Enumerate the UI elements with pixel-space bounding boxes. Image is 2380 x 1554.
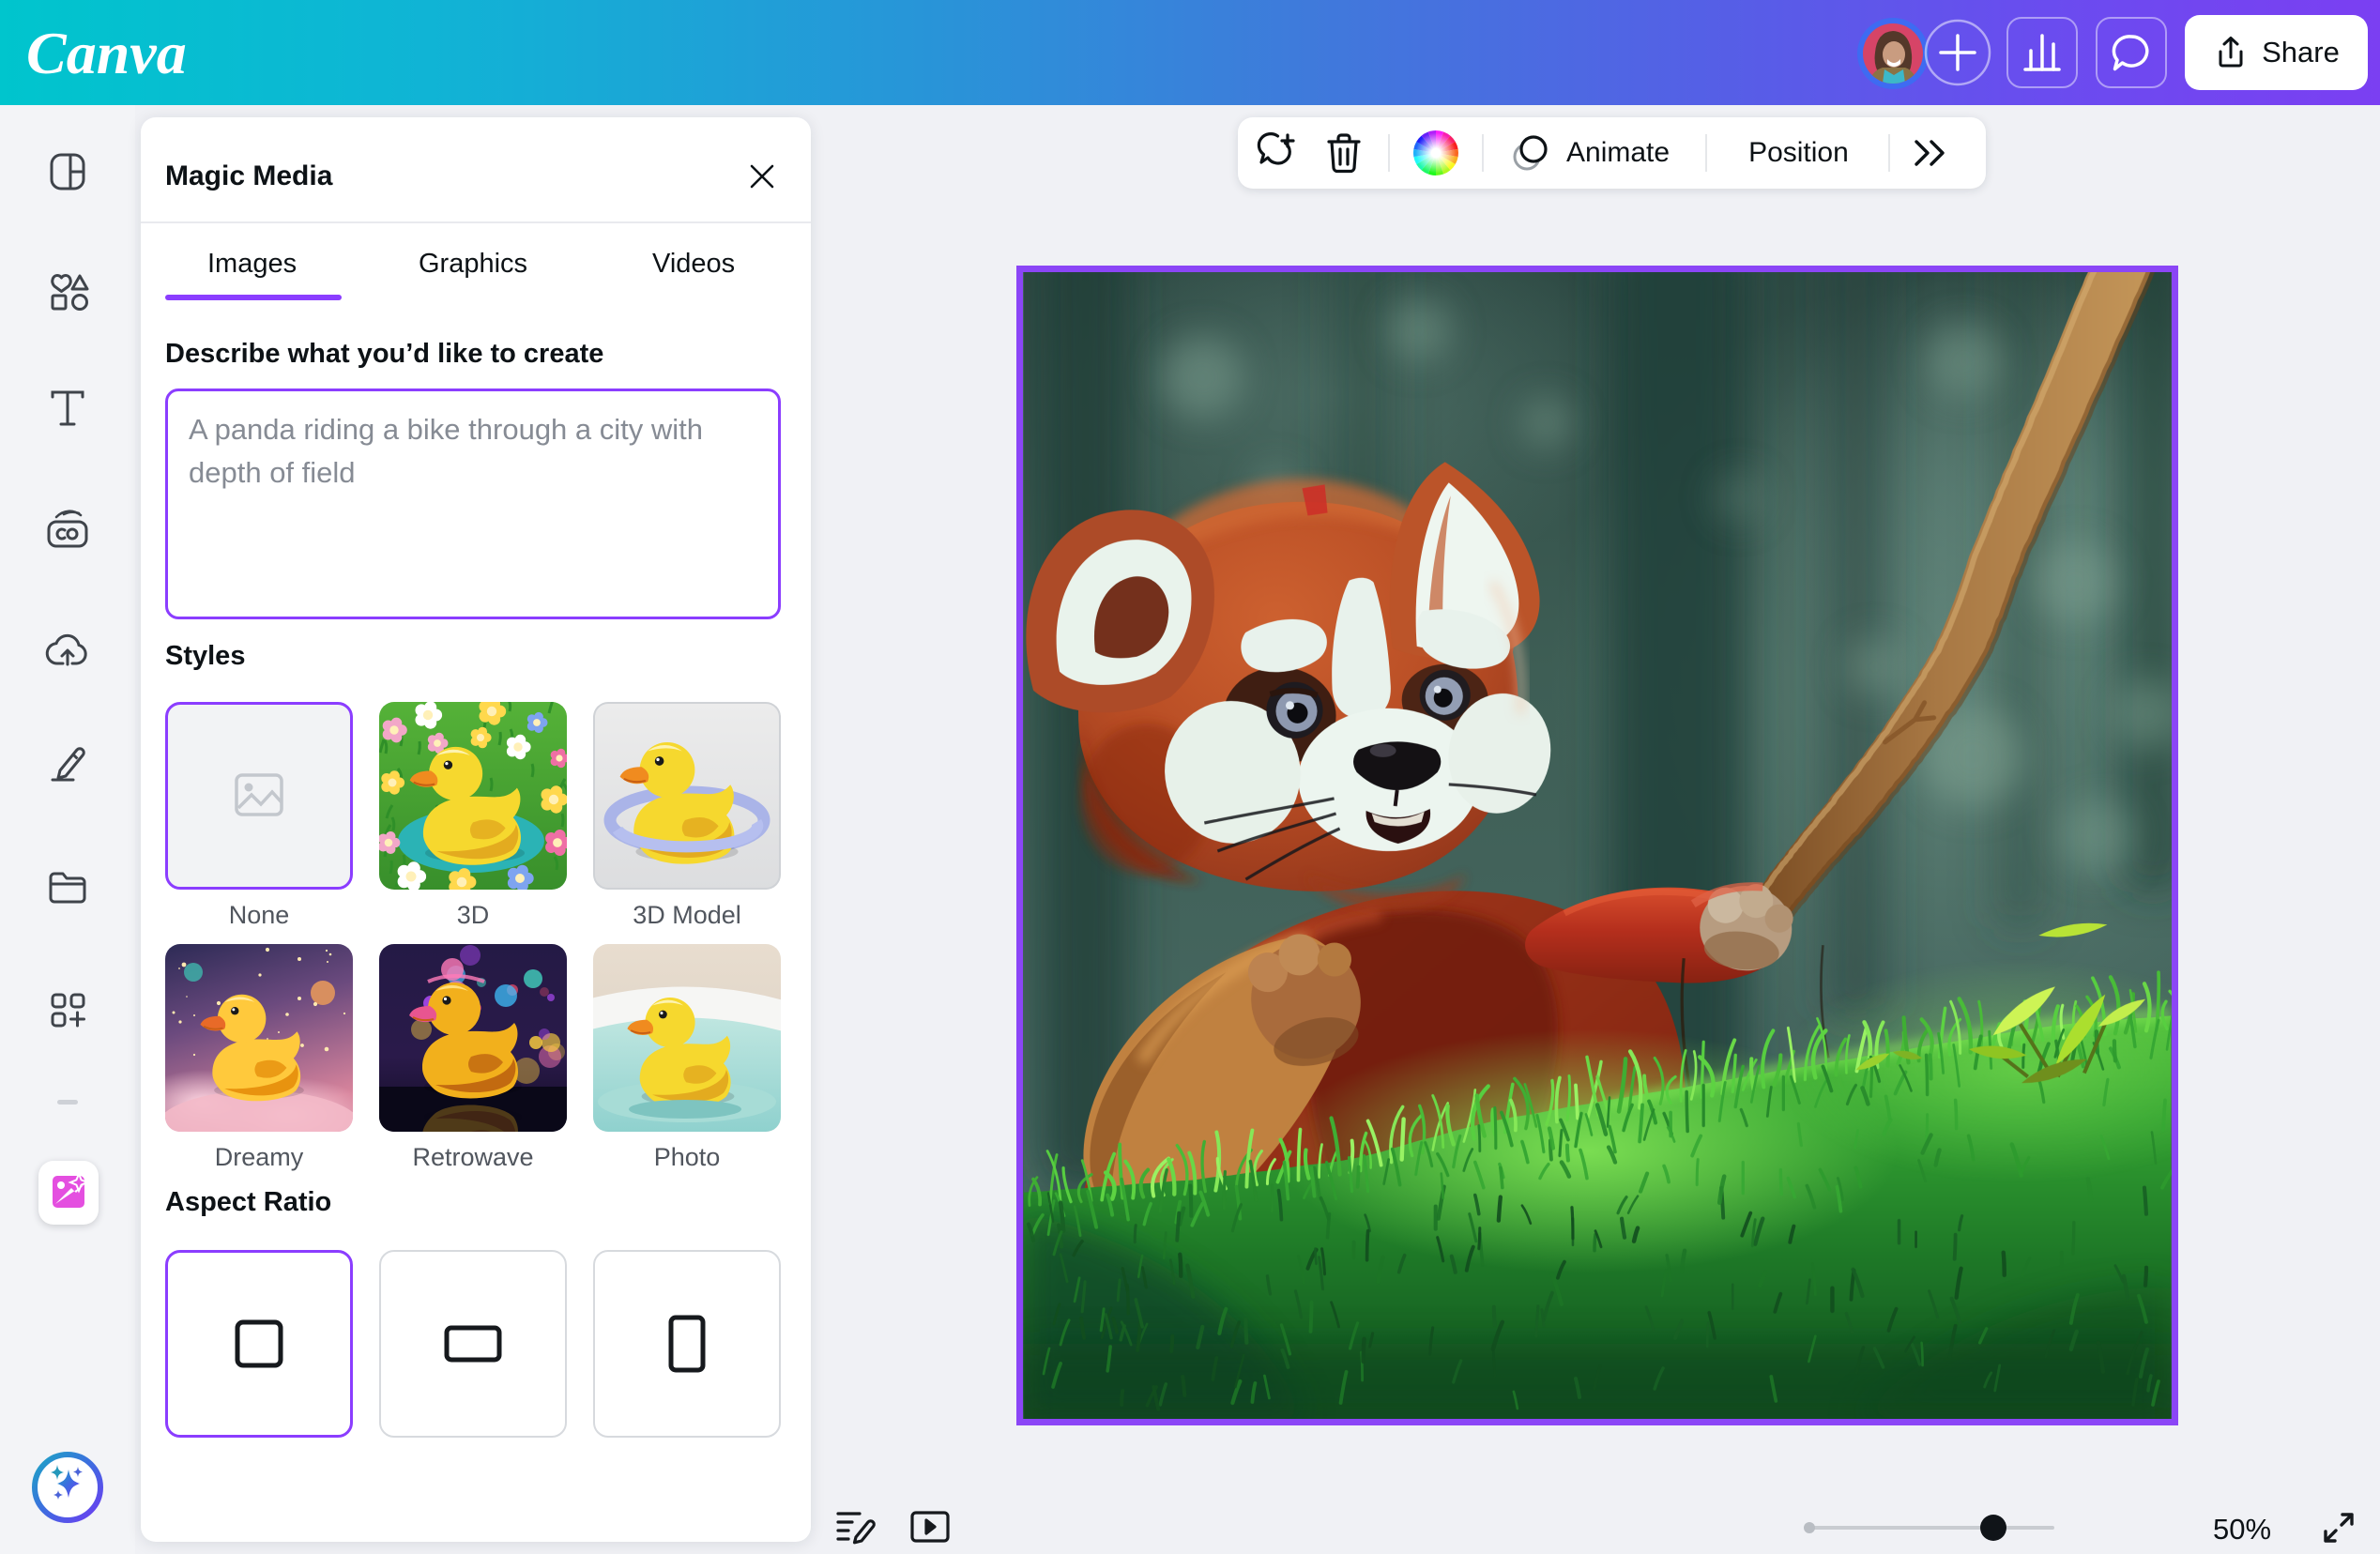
svg-text:Canva: Canva [26, 20, 187, 86]
